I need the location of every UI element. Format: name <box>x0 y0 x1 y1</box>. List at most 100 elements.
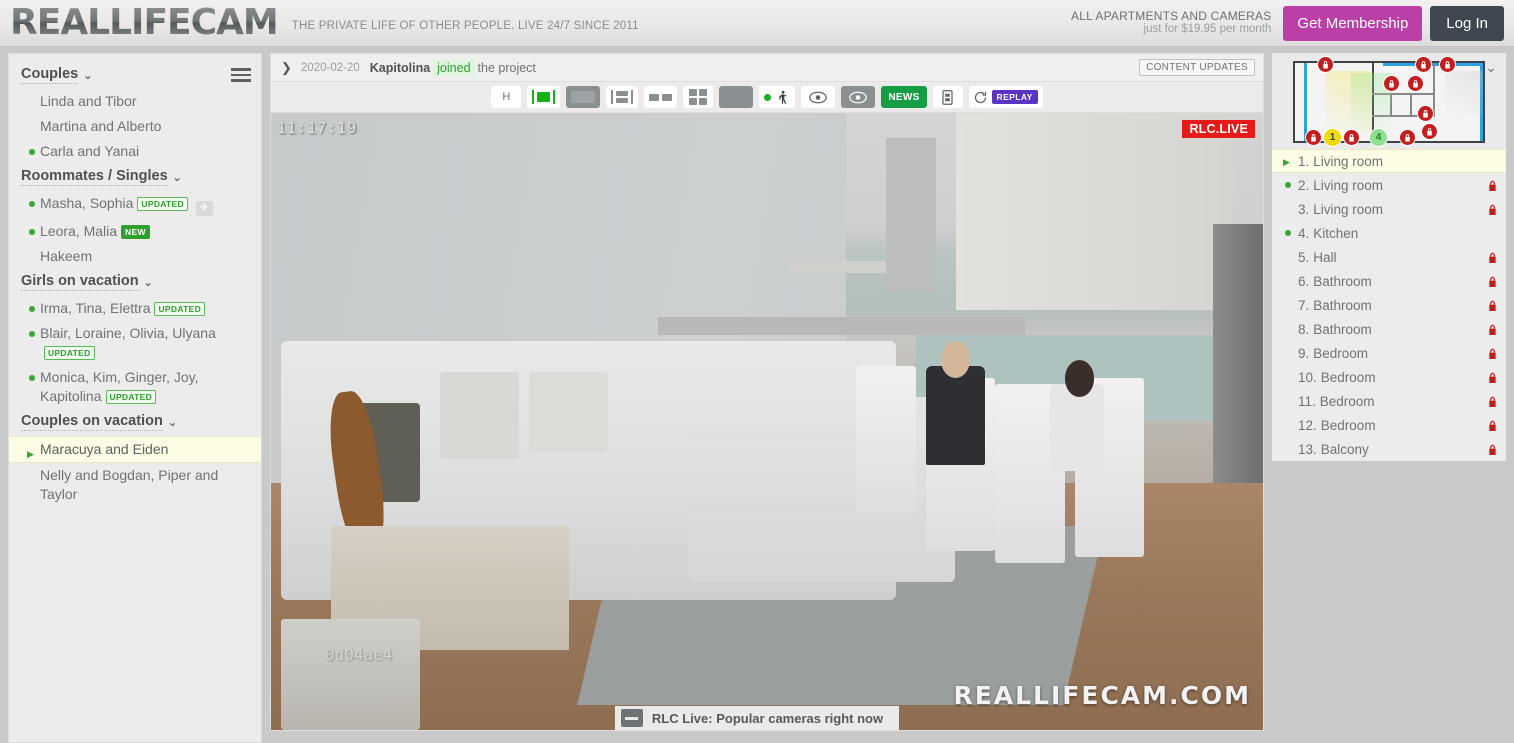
lock-icon[interactable] <box>1487 251 1498 264</box>
motion-detect-button[interactable] <box>759 86 795 108</box>
lock-icon[interactable] <box>1487 203 1498 216</box>
sidebar-item-apartment[interactable]: Martina and Alberto <box>9 114 261 139</box>
room-name: Bathroom <box>1313 322 1372 337</box>
replay-button[interactable]: REPLAY <box>969 86 1043 108</box>
layout-quad-button[interactable] <box>683 86 713 108</box>
status-badge: UPDATED <box>106 390 157 404</box>
floorplan-camera-marker[interactable]: 1 <box>1323 128 1342 147</box>
room-list-item[interactable]: 6.Bathroom <box>1272 269 1506 293</box>
lock-icon[interactable] <box>1487 395 1498 408</box>
room-number: 13. <box>1298 442 1317 457</box>
layout-split-left-button[interactable] <box>606 86 638 108</box>
room-list-item[interactable]: ▶1.Living room <box>1272 149 1506 173</box>
lock-icon[interactable] <box>1487 275 1498 288</box>
content-updates-button[interactable]: CONTENT UPDATES <box>1139 59 1255 76</box>
airplane-icon[interactable]: ✈ <box>196 201 213 216</box>
sidebar-item-apartment[interactable]: Carla and Yanai <box>9 139 261 164</box>
room-list-item[interactable]: 3.Living room <box>1272 197 1506 221</box>
lock-icon[interactable] <box>1399 129 1416 146</box>
log-in-button[interactable]: Log In <box>1430 6 1504 41</box>
room-list-item[interactable]: 13.Balcony <box>1272 437 1506 461</box>
get-membership-button[interactable]: Get Membership <box>1283 6 1422 41</box>
room-list-item[interactable]: 8.Bathroom <box>1272 317 1506 341</box>
chevron-down-icon: ⌄ <box>83 69 92 82</box>
sidebar-item-apartment[interactable]: Monica, Kim, Ginger, Joy, KapitolinaUPDA… <box>9 365 261 409</box>
lock-icon[interactable] <box>1317 56 1334 73</box>
sidebar-group-header[interactable]: Roommates / Singles⌄ <box>9 164 261 191</box>
online-dot <box>29 331 35 337</box>
layout-full-button[interactable] <box>719 86 753 108</box>
lock-icon[interactable] <box>1487 371 1498 384</box>
site-header: REALLIFECAM THE PRIVATE LIFE OF OTHER PE… <box>0 0 1514 47</box>
site-logo[interactable]: REALLIFECAM <box>10 5 278 41</box>
apartment-floorplan[interactable]: 14 <box>1293 61 1485 143</box>
rlc-live-strip[interactable]: RLC Live: Popular cameras right now <box>615 706 899 730</box>
layout-two-up-button[interactable] <box>644 86 677 108</box>
room-list-item[interactable]: 5.Hall <box>1272 245 1506 269</box>
lock-icon[interactable] <box>1343 129 1360 146</box>
eye-watch-button[interactable] <box>801 86 835 108</box>
lock-icon[interactable] <box>1487 419 1498 432</box>
room-list-item[interactable]: 10.Bedroom <box>1272 365 1506 389</box>
room-list-item[interactable]: 11.Bedroom <box>1272 389 1506 413</box>
lock-icon[interactable] <box>1487 443 1498 456</box>
chevron-down-icon[interactable]: ⌄ <box>1485 59 1497 76</box>
room-list-item[interactable]: 7.Bathroom <box>1272 293 1506 317</box>
room-list-item[interactable]: 12.Bedroom <box>1272 413 1506 437</box>
room-name: Hall <box>1313 250 1336 265</box>
lock-icon[interactable] <box>1417 105 1434 122</box>
room-name: Bedroom <box>1321 370 1376 385</box>
lock-icon[interactable] <box>1305 129 1322 146</box>
room-name: Bedroom <box>1313 346 1368 361</box>
menu-icon[interactable] <box>231 68 251 82</box>
lock-icon[interactable] <box>1415 56 1432 73</box>
lock-icon[interactable] <box>1383 75 1400 92</box>
sidebar-item-apartment[interactable]: Irma, Tina, ElettraUPDATED <box>9 296 261 321</box>
sidebar-item-apartment[interactable]: Hakeem <box>9 244 261 269</box>
lock-icon[interactable] <box>1407 75 1424 92</box>
room-list: ▶1.Living room2.Living room3.Living room… <box>1272 149 1506 461</box>
room-list-item[interactable]: 4.Kitchen <box>1272 221 1506 245</box>
lock-icon[interactable] <box>1439 56 1456 73</box>
online-dot <box>29 375 35 381</box>
lock-icon[interactable] <box>1487 299 1498 312</box>
online-dot <box>1285 230 1291 236</box>
layout-h-button[interactable]: H <box>491 86 521 108</box>
sidebar-item-apartment[interactable]: Nelly and Bogdan, Piper and Taylor <box>9 463 261 507</box>
sidebar-item-label: Martina and Alberto <box>40 118 161 134</box>
promo-line-2: just for $19.95 per month <box>1071 23 1271 36</box>
online-dot <box>1285 182 1291 188</box>
floorplan-camera-marker[interactable]: 4 <box>1369 128 1388 147</box>
lock-icon[interactable] <box>1421 123 1438 140</box>
video-hash-watermark: 0d04ae4 <box>325 645 392 664</box>
apartments-sidebar: Couples ⌄ Linda and Tibor Martina and Alber… <box>8 53 262 743</box>
news-expand-icon[interactable]: ❯ <box>281 60 292 76</box>
sidebar-item-apartment[interactable]: Linda and Tibor <box>9 89 261 114</box>
video-player[interactable]: 11:17:19 RLC.LIVE 0d04ae4 REALLIFECAM.CO… <box>270 113 1264 731</box>
sidebar-group-header[interactable]: Girls on vacation⌄ <box>9 269 261 296</box>
floorplan-box: ⌄ 14 <box>1272 53 1506 149</box>
room-list-item[interactable]: 9.Bedroom <box>1272 341 1506 365</box>
lock-icon[interactable] <box>1487 323 1498 336</box>
promo-line-1: ALL APARTMENTS AND CAMERAS <box>1071 10 1271 23</box>
layout-single-focus-button[interactable] <box>527 86 560 108</box>
sidebar-group-header[interactable]: Couples on vacation⌄ <box>9 409 261 436</box>
eye-watching-active-button[interactable] <box>841 86 875 108</box>
online-dot <box>29 149 35 155</box>
sidebar-group-label: Couples <box>21 66 78 84</box>
lock-icon[interactable] <box>1487 179 1498 192</box>
room-name: Kitchen <box>1313 226 1358 241</box>
layout-wide-button[interactable] <box>566 86 600 108</box>
sidebar-group-header[interactable]: Couples ⌄ <box>9 62 261 89</box>
room-name: Bedroom <box>1321 418 1376 433</box>
lock-icon[interactable] <box>1487 347 1498 360</box>
sidebar-item-apartment[interactable]: Blair, Loraine, Olivia, UlyanaUPDATED <box>9 321 261 365</box>
room-name: Bathroom <box>1313 298 1372 313</box>
sidebar-item-apartment[interactable]: ▶Maracuya and Eiden <box>9 436 261 463</box>
room-list-item[interactable]: 2.Living room <box>1272 173 1506 197</box>
sidebar-item-apartment[interactable]: Leora, MaliaNEW <box>9 219 261 244</box>
room-number: 6. <box>1298 274 1309 289</box>
mobile-view-button[interactable] <box>933 86 963 108</box>
sidebar-item-apartment[interactable]: Masha, SophiaUPDATED✈ <box>9 191 261 219</box>
news-button[interactable]: NEWS <box>881 86 926 108</box>
